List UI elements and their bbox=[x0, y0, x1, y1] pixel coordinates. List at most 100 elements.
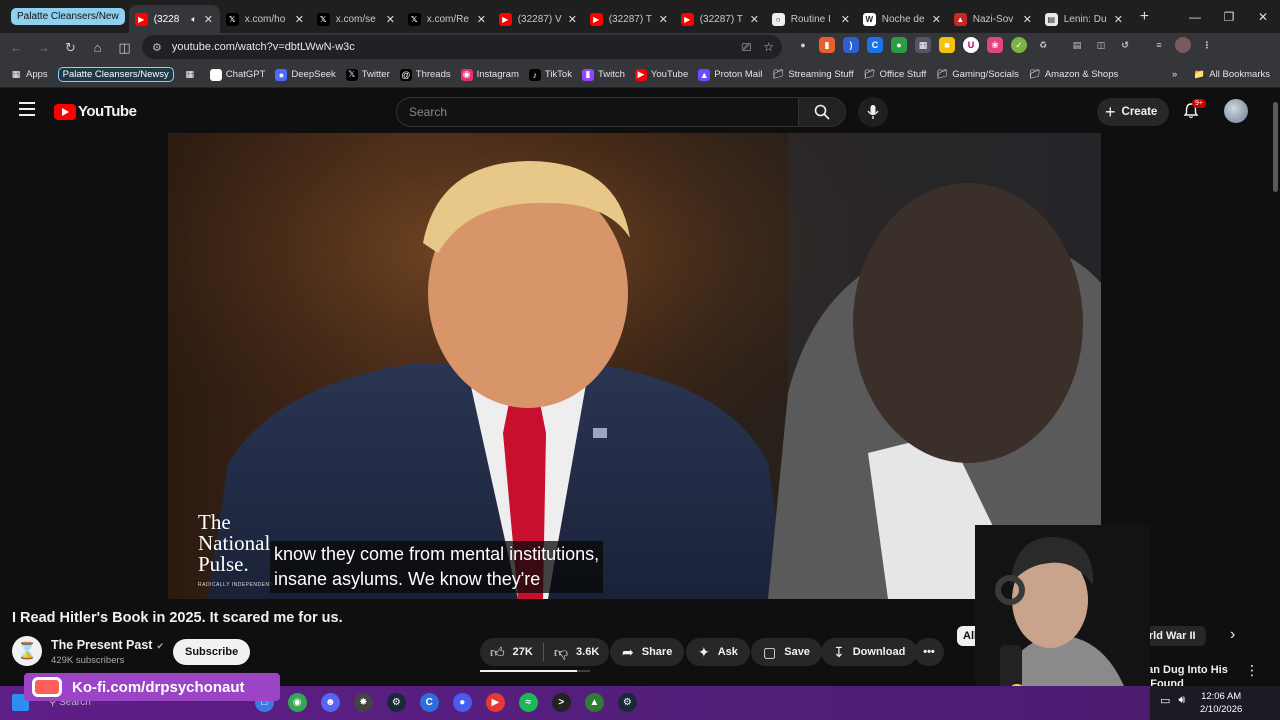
back-icon[interactable]: ← bbox=[3, 34, 30, 61]
bookmark-item[interactable]: 📁︎ Streaming Stuff bbox=[772, 69, 854, 81]
channel-avatar[interactable]: ⌛ bbox=[12, 636, 42, 666]
browser-tab[interactable]: 𝕏x.com/se ✕ bbox=[311, 5, 402, 33]
media-control-icon[interactable]: ≡ bbox=[1151, 37, 1167, 53]
bookmark-item[interactable]: ● DeepSeek bbox=[275, 68, 336, 81]
search-input[interactable]: Search bbox=[396, 97, 799, 127]
browser-tab[interactable]: ▶ (32287) T ✕ bbox=[584, 5, 675, 33]
openai-icon[interactable]: ✸ bbox=[353, 693, 373, 712]
browser-tab[interactable]: ○ Routine I ✕ bbox=[766, 5, 857, 33]
page-scrollbar[interactable] bbox=[1270, 90, 1280, 686]
site-info-icon[interactable]: ⚙ bbox=[152, 41, 162, 54]
home-icon[interactable]: ⌂ bbox=[84, 34, 111, 61]
browser-tab[interactable]: ▲ Nazi-Sov ✕ bbox=[948, 5, 1039, 33]
browser-tab[interactable]: ▶ (3228 🔈︎ ✕ bbox=[128, 5, 220, 33]
app-icon[interactable]: ▲ bbox=[584, 693, 604, 712]
extension-icon[interactable]: ✓ bbox=[1011, 37, 1027, 53]
chevron-right-icon[interactable]: › bbox=[1230, 626, 1235, 644]
scrollbar-thumb[interactable] bbox=[1273, 102, 1278, 192]
hamburger-menu-icon[interactable] bbox=[19, 102, 35, 120]
close-window-icon[interactable]: ✕ bbox=[1246, 0, 1280, 33]
extension-icon[interactable]: ■ bbox=[939, 37, 955, 53]
download-button[interactable]: ↧ Download bbox=[821, 638, 918, 666]
close-tab-icon[interactable]: ✕ bbox=[841, 13, 851, 26]
bookmark-item[interactable]: 𝕏 Twitter bbox=[345, 68, 390, 81]
bookmark-item[interactable]: @ Threads bbox=[399, 68, 451, 81]
cast-icon[interactable]: ⎚ bbox=[742, 40, 752, 55]
account-avatar[interactable] bbox=[1224, 99, 1248, 123]
bookmark-star-icon[interactable]: ☆ bbox=[763, 40, 774, 55]
new-tab-icon[interactable]: + bbox=[1140, 8, 1149, 26]
browser-tab[interactable]: ▶ (32287) V ✕ bbox=[493, 5, 584, 33]
bookmark-item[interactable]: ♪ TikTok bbox=[528, 68, 572, 81]
menu-kebab-icon[interactable]: ⋮ bbox=[1199, 37, 1215, 53]
restore-icon[interactable]: ❐ bbox=[1212, 0, 1246, 33]
history-icon[interactable]: ↺ bbox=[1117, 37, 1133, 53]
incognito-icon[interactable]: ● bbox=[795, 37, 811, 53]
bookmark-item[interactable]: ▲ Proton Mail bbox=[698, 68, 762, 81]
subscribe-button[interactable]: Subscribe bbox=[173, 639, 251, 665]
split-view-icon[interactable]: ◫ bbox=[1093, 37, 1109, 53]
taskbar-clock[interactable]: 12:06 AM 2/10/2026 bbox=[1200, 690, 1242, 716]
ublock-icon[interactable]: U bbox=[963, 37, 979, 53]
bookmark-item[interactable]: 📁︎ Amazon & Shops bbox=[1029, 69, 1118, 81]
search-button[interactable] bbox=[798, 97, 846, 127]
browser-tab[interactable]: W Noche de ✕ bbox=[857, 5, 948, 33]
channel-name[interactable]: The Present Past ✔ bbox=[51, 638, 164, 652]
close-tab-icon[interactable]: ✕ bbox=[932, 13, 942, 26]
media-player-icon[interactable]: ▶ bbox=[485, 693, 505, 712]
close-tab-icon[interactable]: ✕ bbox=[659, 13, 669, 26]
extension-icon[interactable]: ● bbox=[891, 37, 907, 53]
browser-tab[interactable]: ▤ Lenin: Du ✕ bbox=[1039, 5, 1130, 33]
close-tab-icon[interactable]: ✕ bbox=[1114, 13, 1124, 26]
close-tab-icon[interactable]: ✕ bbox=[568, 13, 578, 26]
ask-button[interactable]: ✦ Ask bbox=[686, 638, 750, 666]
extension-icon[interactable]: ▦ bbox=[915, 37, 931, 53]
like-button[interactable]: 👍︎ 27K bbox=[490, 644, 533, 661]
bookmark-item[interactable]: 📁︎ Gaming/Socials bbox=[936, 69, 1019, 81]
puzzle-icon[interactable]: ♻ bbox=[1035, 37, 1051, 53]
youtube-logo[interactable]: YouTube bbox=[54, 103, 137, 120]
bookmark-item[interactable]: ▶ YouTube bbox=[634, 68, 688, 81]
create-button[interactable]: + Create bbox=[1097, 98, 1170, 126]
copilot-icon[interactable]: C bbox=[419, 693, 439, 712]
close-tab-icon[interactable]: ✕ bbox=[386, 13, 396, 26]
video-player[interactable] bbox=[168, 133, 1101, 599]
terminal-icon[interactable]: > bbox=[551, 693, 571, 712]
dislike-button[interactable]: 👎︎ 3.6K bbox=[554, 644, 599, 661]
bookmark-item[interactable]: 📁︎ Office Stuff bbox=[864, 69, 926, 81]
minimize-icon[interactable]: — bbox=[1178, 0, 1212, 33]
reload-icon[interactable]: ↻ bbox=[57, 34, 84, 61]
discord-icon[interactable]: ☻ bbox=[320, 693, 340, 712]
steam-icon[interactable]: ⚙ bbox=[386, 693, 406, 712]
save-button[interactable]: ▢ Save bbox=[751, 638, 822, 666]
bookmark-item[interactable]: ◉ Instagram bbox=[460, 68, 519, 81]
browser-tab[interactable]: 𝕏x.com/Re ✕ bbox=[402, 5, 493, 33]
close-tab-icon[interactable]: ✕ bbox=[204, 13, 214, 26]
sidepanel-icon[interactable]: ◫ bbox=[111, 34, 138, 61]
more-actions-button[interactable]: ••• bbox=[914, 638, 944, 666]
close-tab-icon[interactable]: ✕ bbox=[295, 13, 305, 26]
chrome-icon[interactable]: ◉ bbox=[287, 693, 307, 712]
tab-audio-icon[interactable]: 🔈︎ bbox=[191, 14, 196, 25]
forward-icon[interactable]: → bbox=[30, 34, 57, 61]
tab-group-label[interactable]: Palatte Cleansers/New bbox=[11, 8, 125, 25]
extension-icon[interactable]: ) bbox=[843, 37, 859, 53]
extension-icon[interactable]: ▮ bbox=[819, 37, 835, 53]
reader-icon[interactable]: ▤ bbox=[1069, 37, 1085, 53]
volume-icon[interactable]: 🔊︎ bbox=[1178, 694, 1185, 707]
app-icon[interactable]: ● bbox=[452, 693, 472, 712]
steam-icon[interactable]: ⚙ bbox=[617, 693, 637, 712]
address-bar[interactable]: ⚙ youtube.com/watch?v=dbtLWwN-w3c ⎚ ☆ bbox=[142, 35, 782, 59]
bookmark-item[interactable]: ✸ ChatGPT bbox=[209, 68, 265, 81]
spotify-icon[interactable]: ≈ bbox=[518, 693, 538, 712]
profile-avatar[interactable] bbox=[1175, 37, 1191, 53]
more-bookmarks-icon[interactable]: » bbox=[1172, 69, 1177, 80]
bookmark-item[interactable]: ▦ Apps bbox=[10, 69, 48, 81]
all-bookmarks[interactable]: 📁 All Bookmarks bbox=[1193, 69, 1270, 81]
bookmark-item[interactable]: ▦ bbox=[184, 69, 200, 81]
browser-tab[interactable]: ▶ (32287) T ✕ bbox=[675, 5, 766, 33]
share-button[interactable]: ➦ Share bbox=[610, 638, 685, 666]
browser-tab[interactable]: 𝕏x.com/ho ✕ bbox=[220, 5, 311, 33]
voice-search-button[interactable] bbox=[858, 97, 888, 127]
extension-icon[interactable]: C bbox=[867, 37, 883, 53]
